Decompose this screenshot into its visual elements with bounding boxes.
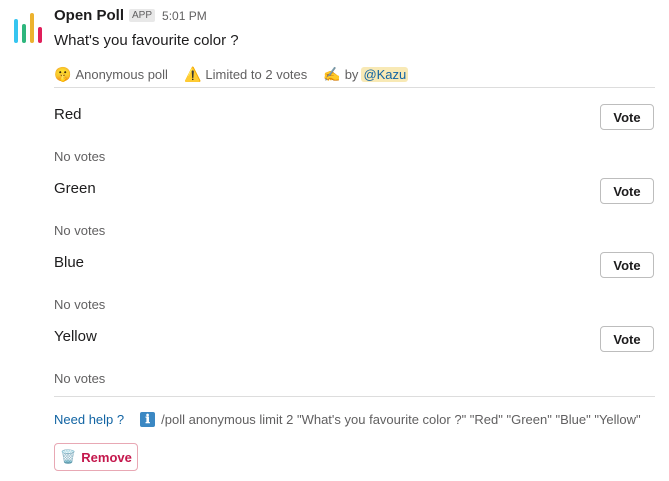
poll-message: Open Poll APP 5:01 PM What's you favouri… xyxy=(54,7,655,85)
need-help-link[interactable]: Need help ? xyxy=(54,412,124,427)
vote-button-yellow[interactable]: Vote xyxy=(600,326,654,352)
logo-bar-3 xyxy=(30,13,34,43)
poll-option-yellow: Yellow Vote No votes xyxy=(54,318,655,392)
option-label: Red xyxy=(54,106,82,123)
vote-count: No votes xyxy=(54,297,106,312)
help-line: Need help ? ℹ /poll anonymous limit 2 "W… xyxy=(54,412,641,427)
option-label: Green xyxy=(54,180,96,197)
remove-label: Remove xyxy=(81,449,132,465)
by-label: by xyxy=(344,66,359,82)
logo-bar-1 xyxy=(14,19,18,43)
vote-count: No votes xyxy=(54,223,106,238)
anonymous-info: 🤫 Anonymous poll xyxy=(54,66,168,83)
poll-option-green: Green Vote No votes xyxy=(54,170,655,244)
poll-option-red: Red Vote No votes xyxy=(54,96,655,170)
option-label: Blue xyxy=(54,254,85,271)
shushing-face-icon: 🤫 xyxy=(54,65,72,82)
app-name[interactable]: Open Poll xyxy=(54,7,124,24)
message-header: Open Poll APP 5:01 PM xyxy=(54,7,655,27)
author-mention[interactable]: @Kazu xyxy=(361,66,409,82)
anonymous-label: Anonymous poll xyxy=(75,66,168,82)
limit-info: ⚠️ Limited to 2 votes xyxy=(184,66,307,83)
vote-count: No votes xyxy=(54,149,106,164)
remove-button[interactable]: 🗑️ Remove xyxy=(54,443,138,471)
warning-icon: ⚠️ xyxy=(183,65,202,82)
vote-button-green[interactable]: Vote xyxy=(600,178,654,204)
trash-icon: 🗑️ xyxy=(60,449,77,464)
option-label: Yellow xyxy=(54,328,97,345)
logo-bar-4 xyxy=(38,27,42,43)
vote-button-red[interactable]: Vote xyxy=(600,104,654,130)
divider-top xyxy=(54,87,655,88)
poll-meta: 🤫 Anonymous poll ⚠️ Limited to 2 votes ✍… xyxy=(54,63,655,85)
limit-label: Limited to 2 votes xyxy=(205,66,308,82)
writing-hand-icon: ✍️ xyxy=(323,65,341,82)
poll-options: Red Vote No votes Green Vote No votes Bl… xyxy=(54,96,655,392)
vote-count: No votes xyxy=(54,371,106,386)
divider-bottom xyxy=(54,396,655,397)
author-info: ✍️ by @Kazu xyxy=(323,65,409,83)
poll-command: /poll anonymous limit 2 "What's you favo… xyxy=(161,412,641,427)
poll-option-blue: Blue Vote No votes xyxy=(54,244,655,318)
vote-button-blue[interactable]: Vote xyxy=(600,252,654,278)
info-icon: ℹ xyxy=(140,412,156,427)
open-poll-logo xyxy=(14,13,42,43)
timestamp[interactable]: 5:01 PM xyxy=(162,9,207,23)
app-badge: APP xyxy=(129,9,156,22)
logo-bar-2 xyxy=(22,24,26,43)
poll-question: What's you favourite color ? xyxy=(54,32,239,49)
